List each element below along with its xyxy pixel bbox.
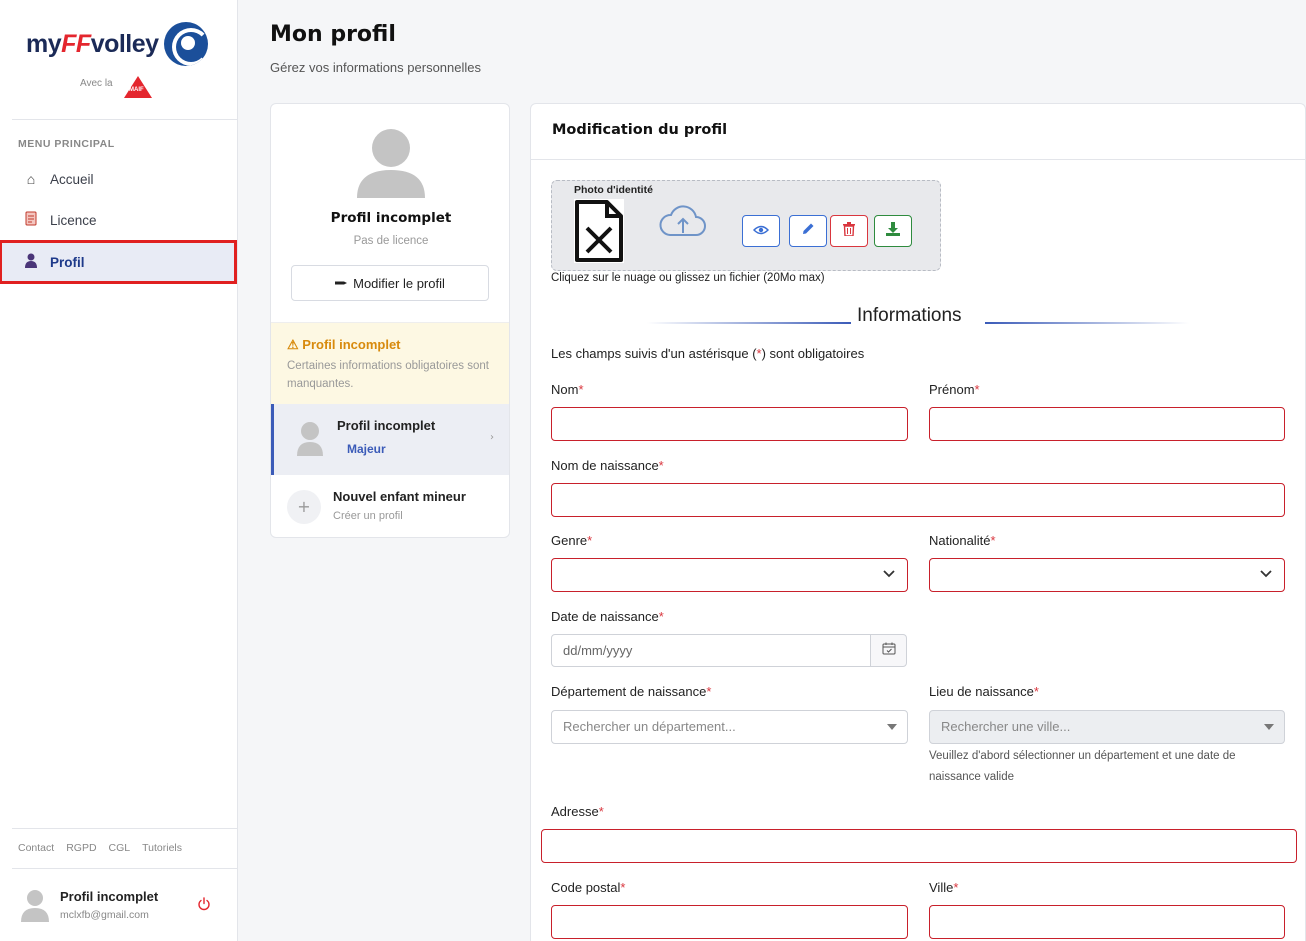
profile-avatar [355, 126, 427, 198]
sidebar-item-licence[interactable]: Licence [2, 201, 234, 239]
license-status: Pas de licence [353, 235, 429, 247]
logo-text: myFFvolley [26, 30, 159, 58]
edit-profile-button[interactable]: Modifier le profil [291, 265, 489, 301]
plus-icon: + [287, 490, 321, 524]
footer-links: Contact RGPD CGL Tutoriels [18, 842, 182, 854]
missing-file-icon [574, 199, 624, 263]
genre-label: Genre* [551, 533, 593, 548]
form-header: Modification du profil [531, 104, 1306, 160]
ville-label: Ville* [929, 880, 959, 895]
code-postal-input[interactable] [551, 905, 908, 939]
ville-input[interactable] [929, 905, 1285, 939]
partner-caption: Avec la [80, 78, 113, 89]
download-icon [886, 222, 900, 240]
adresse-input[interactable] [541, 829, 1297, 863]
date-naissance-label: Date de naissance* [551, 609, 664, 624]
profile-summary-card: Profil incomplet Pas de licence Modifier… [270, 103, 510, 538]
user-name: Profil incomplet [60, 889, 159, 904]
pencil-icon [801, 222, 815, 240]
footer-link-tutoriels[interactable]: Tutoriels [142, 842, 182, 854]
nom-naissance-label: Nom de naissance* [551, 458, 664, 473]
calendar-icon [882, 642, 896, 659]
prenom-input[interactable] [929, 407, 1285, 441]
page-subtitle: Gérez vos informations personnelles [270, 60, 481, 75]
edit-profile-label: Modifier le profil [353, 275, 445, 291]
photo-upload-zone[interactable]: Photo d'identité [551, 180, 941, 271]
menu-title: MENU PRINCIPAL [18, 138, 115, 150]
pen-icon [335, 277, 348, 289]
photo-hint: Cliquez sur le nuage ou glissez un fichi… [551, 272, 825, 284]
warning-title: ⚠ Profil incomplet [287, 337, 401, 352]
divider [985, 322, 1189, 324]
download-photo-button[interactable] [874, 215, 912, 247]
lieu-help-text: Veuillez d'abord sélectionner un départe… [929, 750, 1236, 783]
edit-photo-button[interactable] [789, 215, 827, 247]
prenom-label: Prénom* [929, 382, 980, 397]
nationalite-label: Nationalité* [929, 533, 996, 548]
avatar [20, 888, 50, 922]
new-child-title: Nouvel enfant mineur [333, 489, 466, 504]
avatar [296, 420, 324, 456]
departement-search[interactable]: Rechercher un département... [551, 710, 908, 744]
lieu-search[interactable]: Rechercher une ville... [929, 710, 1285, 744]
cloud-upload-icon[interactable] [658, 203, 708, 239]
new-child-sub: Créer un profil [333, 510, 403, 522]
divider [12, 119, 237, 120]
footer-link-rgpd[interactable]: RGPD [66, 842, 96, 854]
sidebar-item-label: Profil [50, 254, 85, 270]
sidebar-item-profil[interactable]: Profil [0, 240, 237, 284]
departement-label: Département de naissance* [551, 684, 712, 699]
divider [12, 868, 237, 869]
caret-down-icon [1264, 724, 1274, 730]
profile-name: Profil incomplet [330, 210, 452, 226]
nom-naissance-input[interactable] [551, 483, 1285, 517]
chevron-down-icon [1260, 567, 1272, 581]
footer-link-contact[interactable]: Contact [18, 842, 54, 854]
sidebar: myFFvolley Avec la MAIF MENU PRINCIPAL ⌂… [0, 0, 238, 941]
profile-list-item-active[interactable]: Profil incomplet Majeur › [271, 404, 509, 475]
myffvolley-logo[interactable]: myFFvolley [26, 22, 212, 70]
warning-text: Certaines informations obligatoires sont… [287, 360, 489, 390]
lieu-label: Lieu de naissance* [929, 684, 1039, 699]
chevron-right-icon: › [490, 432, 494, 443]
profile-list-name: Profil incomplet [337, 418, 436, 433]
maif-logo: MAIF [124, 76, 152, 98]
date-naissance-input[interactable]: dd/mm/yyyy [551, 634, 871, 667]
home-icon: ⌂ [26, 171, 36, 187]
new-child-profile-item[interactable]: + Nouvel enfant mineur Créer un profil [271, 475, 509, 537]
user-email: mclxfb@gmail.com [60, 909, 149, 921]
logout-power-icon[interactable] [197, 897, 213, 913]
form-title: Modification du profil [552, 122, 728, 138]
calendar-button[interactable] [870, 634, 907, 667]
sidebar-item-label: Accueil [50, 171, 94, 187]
delete-photo-button[interactable] [830, 215, 868, 247]
sidebar-item-accueil[interactable]: ⌂ Accueil [2, 160, 234, 198]
user-icon [20, 253, 42, 271]
nom-label: Nom* [551, 382, 584, 397]
code-postal-label: Code postal* [551, 880, 626, 895]
divider [647, 322, 851, 324]
trash-icon [843, 222, 855, 240]
incomplete-warning: ⚠ Profil incomplet Certaines information… [271, 322, 509, 404]
chevron-down-icon [883, 567, 895, 581]
volleyball-icon [164, 22, 208, 66]
warning-icon: ⚠ [287, 337, 299, 352]
sidebar-item-label: Licence [50, 212, 97, 228]
section-title: Informations [857, 305, 962, 326]
view-photo-button[interactable] [742, 215, 780, 247]
divider [12, 828, 237, 829]
footer-link-cgl[interactable]: CGL [109, 842, 131, 854]
photo-label: Photo d'identité [574, 184, 653, 196]
caret-down-icon [887, 724, 897, 730]
profile-form-card: Modification du profil Photo d'identité [530, 103, 1306, 941]
nationalite-select[interactable] [929, 558, 1285, 592]
genre-select[interactable] [551, 558, 908, 592]
page-title: Mon profil [270, 22, 396, 47]
required-note: Les champs suivis d'un astérisque (*) so… [551, 346, 865, 361]
eye-icon [752, 224, 770, 239]
nom-input[interactable] [551, 407, 908, 441]
adresse-label: Adresse* [551, 804, 604, 819]
status-badge: Majeur [347, 442, 386, 456]
license-icon [20, 211, 42, 229]
